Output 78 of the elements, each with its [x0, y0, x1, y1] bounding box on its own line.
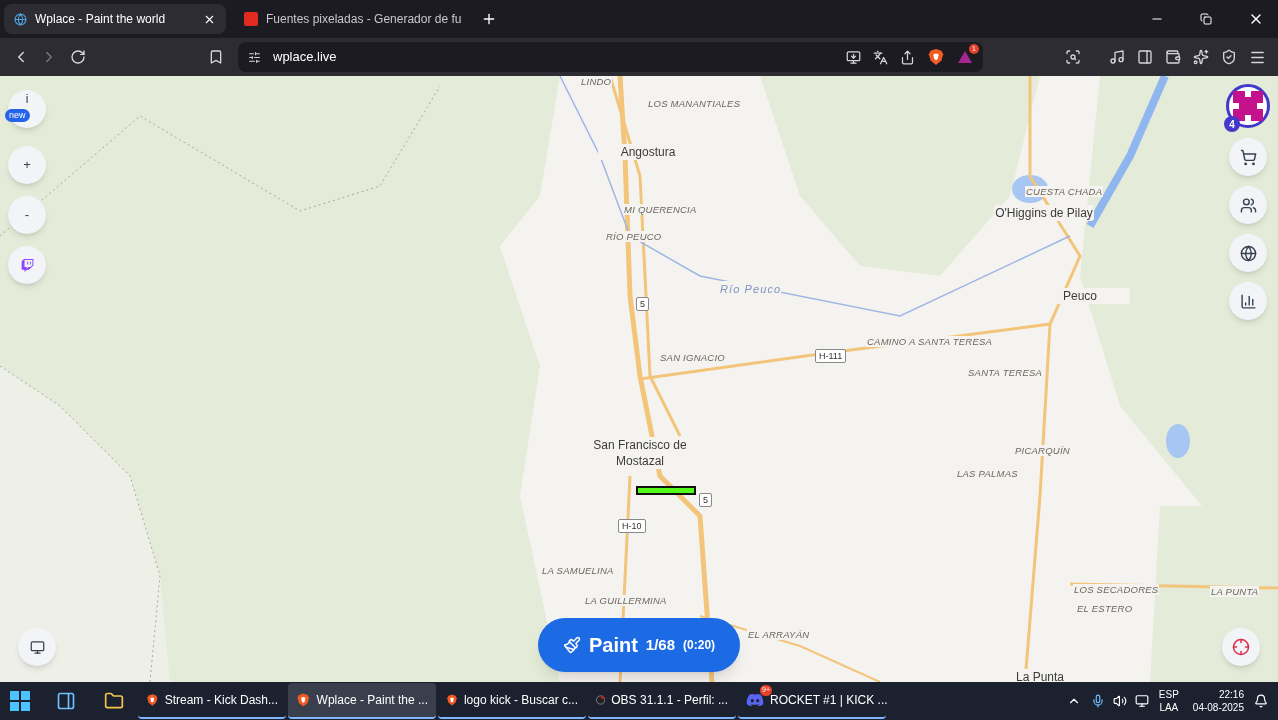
search-panel-icon[interactable] — [1065, 49, 1081, 65]
brave-shield-icon — [927, 48, 945, 66]
folder-icon[interactable] — [104, 691, 124, 711]
place-label: MI QUERENCIA — [623, 204, 698, 215]
place-label: CUESTA CHADA — [1025, 186, 1104, 197]
browser-tab[interactable]: Wplace - Paint the world — [4, 4, 226, 34]
clock-time: 22:16 — [1218, 688, 1244, 701]
taskbar-item[interactable]: Stream - Kick Dash... — [138, 683, 286, 719]
notifications-icon[interactable] — [1254, 694, 1268, 708]
brush-icon — [562, 636, 581, 654]
browser-tab[interactable]: Fuentes pixeladas - Generador de fu — [234, 4, 472, 34]
place-label: CAMINO A SANTA TERESA — [866, 336, 994, 347]
place-label: LA GUILLERMINA — [584, 595, 668, 606]
share-icon[interactable] — [900, 49, 915, 65]
globe-search-icon — [1239, 244, 1257, 262]
wallet-icon[interactable] — [1165, 49, 1181, 65]
music-icon[interactable] — [1109, 49, 1125, 65]
install-icon[interactable] — [846, 49, 861, 65]
taskbar-title: OBS 31.1.1 - Perfil: ... — [611, 692, 728, 709]
place-label: EL ESTERO — [1076, 603, 1134, 614]
brave-logo-icon — [296, 691, 311, 709]
crosshair-icon — [1232, 638, 1250, 656]
road-shield: 5 — [699, 493, 712, 507]
place-label: LAS PALMAS — [956, 468, 1019, 479]
keyboard-layout[interactable]: LAA — [1159, 701, 1179, 714]
road-shield: 5 — [636, 297, 649, 311]
translate-icon[interactable] — [873, 49, 888, 65]
shield-icon[interactable] — [1221, 49, 1237, 65]
tab-title: Wplace - Paint the world — [35, 11, 167, 28]
place-label: LA SAMUELINA — [541, 565, 615, 576]
taskbar-title: logo kick - Buscar c... — [463, 692, 578, 709]
windows-logo-icon[interactable] — [10, 691, 30, 711]
paint-button[interactable]: Paint 1/68 (0:20) — [538, 618, 740, 672]
pixel-avatar-icon — [1233, 91, 1263, 121]
town-label: San Francisco de Mostazal — [590, 437, 690, 469]
volume-icon[interactable] — [1112, 694, 1127, 708]
taskbar-item[interactable]: OBS 31.1.1 - Perfil: ... — [588, 683, 736, 719]
place-label: PICARQUÍN — [1014, 445, 1071, 456]
new-badge: new — [5, 109, 30, 122]
bar-chart-icon — [1239, 292, 1257, 310]
clock-date: 04-08-2025 — [1192, 701, 1244, 714]
tab-title: Fuentes pixeladas - Generador de fu — [266, 11, 462, 28]
place-label: RÍO PEUCO — [605, 231, 663, 242]
place-label: EL ARRAYÁN — [747, 629, 811, 640]
road-shield: H-111 — [815, 349, 847, 363]
road-shield: H-10 — [618, 519, 646, 533]
place-label: LOS SECADORES — [1073, 584, 1160, 595]
site-settings-icon[interactable] — [248, 50, 261, 64]
rewards-triangle-icon[interactable] — [957, 50, 973, 64]
place-label: SANTA TERESA — [967, 367, 1044, 378]
bookmark-icon[interactable] — [208, 49, 224, 65]
place-label: LOS MANANTIALES — [647, 98, 742, 109]
town-label: O'Higgins de Pilay — [994, 205, 1094, 221]
taskbar-item[interactable]: logo kick - Buscar c... — [438, 683, 586, 719]
cart-icon — [1239, 148, 1257, 166]
taskbar-title: Stream - Kick Dash... — [164, 692, 278, 709]
language-indicator[interactable]: ESP — [1158, 688, 1179, 701]
url-text: wplace.live — [273, 48, 337, 67]
place-label: SAN IGNACIO — [659, 352, 726, 363]
reload-icon[interactable] — [70, 49, 86, 65]
place-label: LA PUNTA — [1210, 586, 1260, 597]
site-logo-icon — [244, 12, 258, 26]
place-label: LINDO — [580, 76, 613, 87]
taskbar-item[interactable]: Wplace - Paint the ... — [288, 683, 436, 719]
discord-logo-icon — [746, 691, 764, 709]
display-icon[interactable] — [1134, 694, 1149, 708]
taskbar-title: ROCKET #1 | KICK ... — [770, 692, 888, 709]
sidebar-icon[interactable] — [1137, 49, 1153, 65]
brave-logo-icon — [146, 691, 159, 709]
group-icon — [1239, 196, 1257, 214]
sparkle-icon[interactable] — [1193, 49, 1209, 65]
widgets-icon[interactable] — [56, 691, 76, 711]
twitch-icon — [20, 258, 34, 272]
restore-icon[interactable] — [1200, 13, 1212, 25]
pixel-art-drawing — [636, 486, 696, 495]
globe-icon — [14, 12, 27, 26]
microphone-icon[interactable] — [1090, 694, 1105, 708]
taskbar-title: Wplace - Paint the ... — [316, 692, 428, 709]
